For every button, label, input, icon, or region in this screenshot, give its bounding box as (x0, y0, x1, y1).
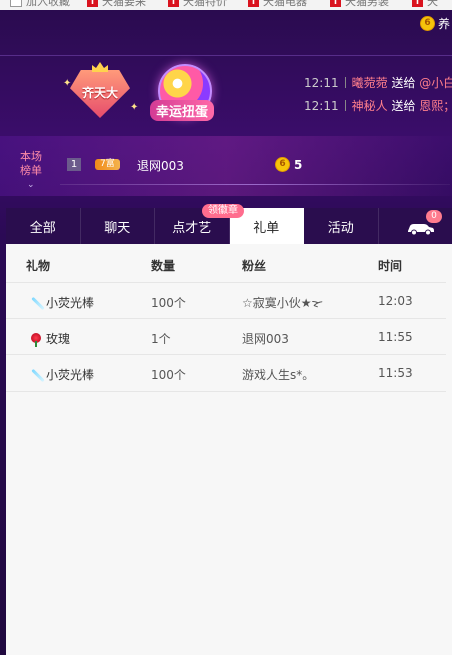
gift-message: 12:11曦菀菀 送给 @小白阳 (304, 74, 452, 91)
divider (0, 55, 452, 56)
rose-icon (28, 331, 44, 347)
gift-cell: 玫瑰 (28, 330, 70, 347)
col-quantity: 数量 (151, 259, 176, 273)
divider (60, 184, 450, 185)
lucky-egg-button[interactable]: 幸运扭蛋 (150, 62, 214, 130)
rank-number: 1 (67, 158, 81, 171)
rank-title[interactable]: 本场榜单 (20, 150, 48, 178)
wealth-badge: 7富 (95, 159, 120, 170)
table-header: 礼物 数量 粉丝 时间 (6, 244, 452, 284)
fan-name[interactable]: ☆寂寞小伙★ᯘ (242, 294, 323, 311)
fan-name[interactable]: 游戏人生s*。 (242, 366, 314, 383)
col-fan: 粉丝 (242, 259, 267, 273)
glowstick-icon (28, 295, 45, 311)
tab-all[interactable]: 全部 (6, 208, 81, 244)
coin-icon: 6 (275, 157, 290, 172)
medal-label: 齐天大 (81, 86, 118, 100)
sparkle-icon: ✦ (130, 102, 139, 113)
tmall-icon: T (168, 0, 179, 7)
checkbox-icon (10, 0, 22, 7)
fan-medal[interactable]: 齐天大 (70, 62, 130, 122)
tmall-icon: T (87, 0, 98, 7)
lucky-egg-label: 幸运扭蛋 (150, 100, 214, 121)
car-count-badge: 0 (426, 210, 442, 223)
col-gift: 礼物 (26, 259, 51, 273)
gift-list-panel: 礼物 数量 粉丝 时间 小荧光棒 100个 ☆寂寞小伙★ᯘ 12:03 玫瑰 1… (6, 244, 452, 655)
bookmark-item[interactable]: T 天猫要采 (87, 0, 146, 8)
bookmark-item[interactable]: T天 (412, 0, 438, 8)
table-row: 玫瑰 1个 退网003 11:55 (6, 318, 446, 355)
bookmark-item[interactable]: T 天猫特价 (168, 0, 227, 8)
session-rank: 本场榜单 ⌄ 1 7富 退网003 6 5 (0, 136, 452, 196)
tab-chat[interactable]: 聊天 (81, 208, 155, 244)
glowstick-icon (28, 367, 45, 383)
top-balance: 6 养 (420, 15, 450, 32)
gift-message: 12:11神秘人 送给 恩熙；钅 (304, 97, 452, 114)
tmall-icon: T (412, 0, 423, 7)
table-row: 小荧光棒 100个 ☆寂寞小伙★ᯘ 12:03 (6, 282, 446, 319)
fan-name[interactable]: 退网003 (242, 330, 289, 347)
tmall-icon: T (248, 0, 259, 7)
coin-icon: 6 (420, 16, 435, 31)
gift-cell: 小荧光棒 (28, 366, 94, 383)
bookmark-item[interactable]: T 天猫男装 (330, 0, 389, 8)
rank-user-name[interactable]: 退网003 (137, 157, 184, 174)
table-row: 小荧光棒 100个 游戏人生s*。 11:53 (6, 354, 446, 392)
claim-badge-tag[interactable]: 领徽章 (202, 204, 244, 218)
message-user[interactable]: 神秘人 (352, 99, 388, 113)
bookmark-item[interactable]: T 天猫电器 (248, 0, 307, 8)
divider (344, 77, 346, 88)
tmall-icon: T (330, 0, 341, 7)
crown-icon (92, 62, 108, 72)
bookmark-add-favorite[interactable]: 加入收藏 (10, 0, 70, 8)
divider (344, 100, 346, 111)
tab-bar: 全部 聊天 点才艺 礼单 活动 领徽章 0 (6, 204, 452, 244)
message-user[interactable]: 曦菀菀 (352, 76, 388, 90)
gift-cell: 小荧光棒 (28, 294, 94, 311)
message-target[interactable]: 恩熙；钅 (419, 99, 452, 113)
rank-coin-value: 6 5 (275, 157, 302, 172)
message-target[interactable]: @小白阳 (419, 76, 452, 90)
tab-activity[interactable]: 活动 (304, 208, 379, 244)
chevron-down-icon[interactable]: ⌄ (27, 180, 35, 190)
col-time: 时间 (378, 259, 403, 273)
sparkle-icon: ✦ (63, 78, 72, 89)
